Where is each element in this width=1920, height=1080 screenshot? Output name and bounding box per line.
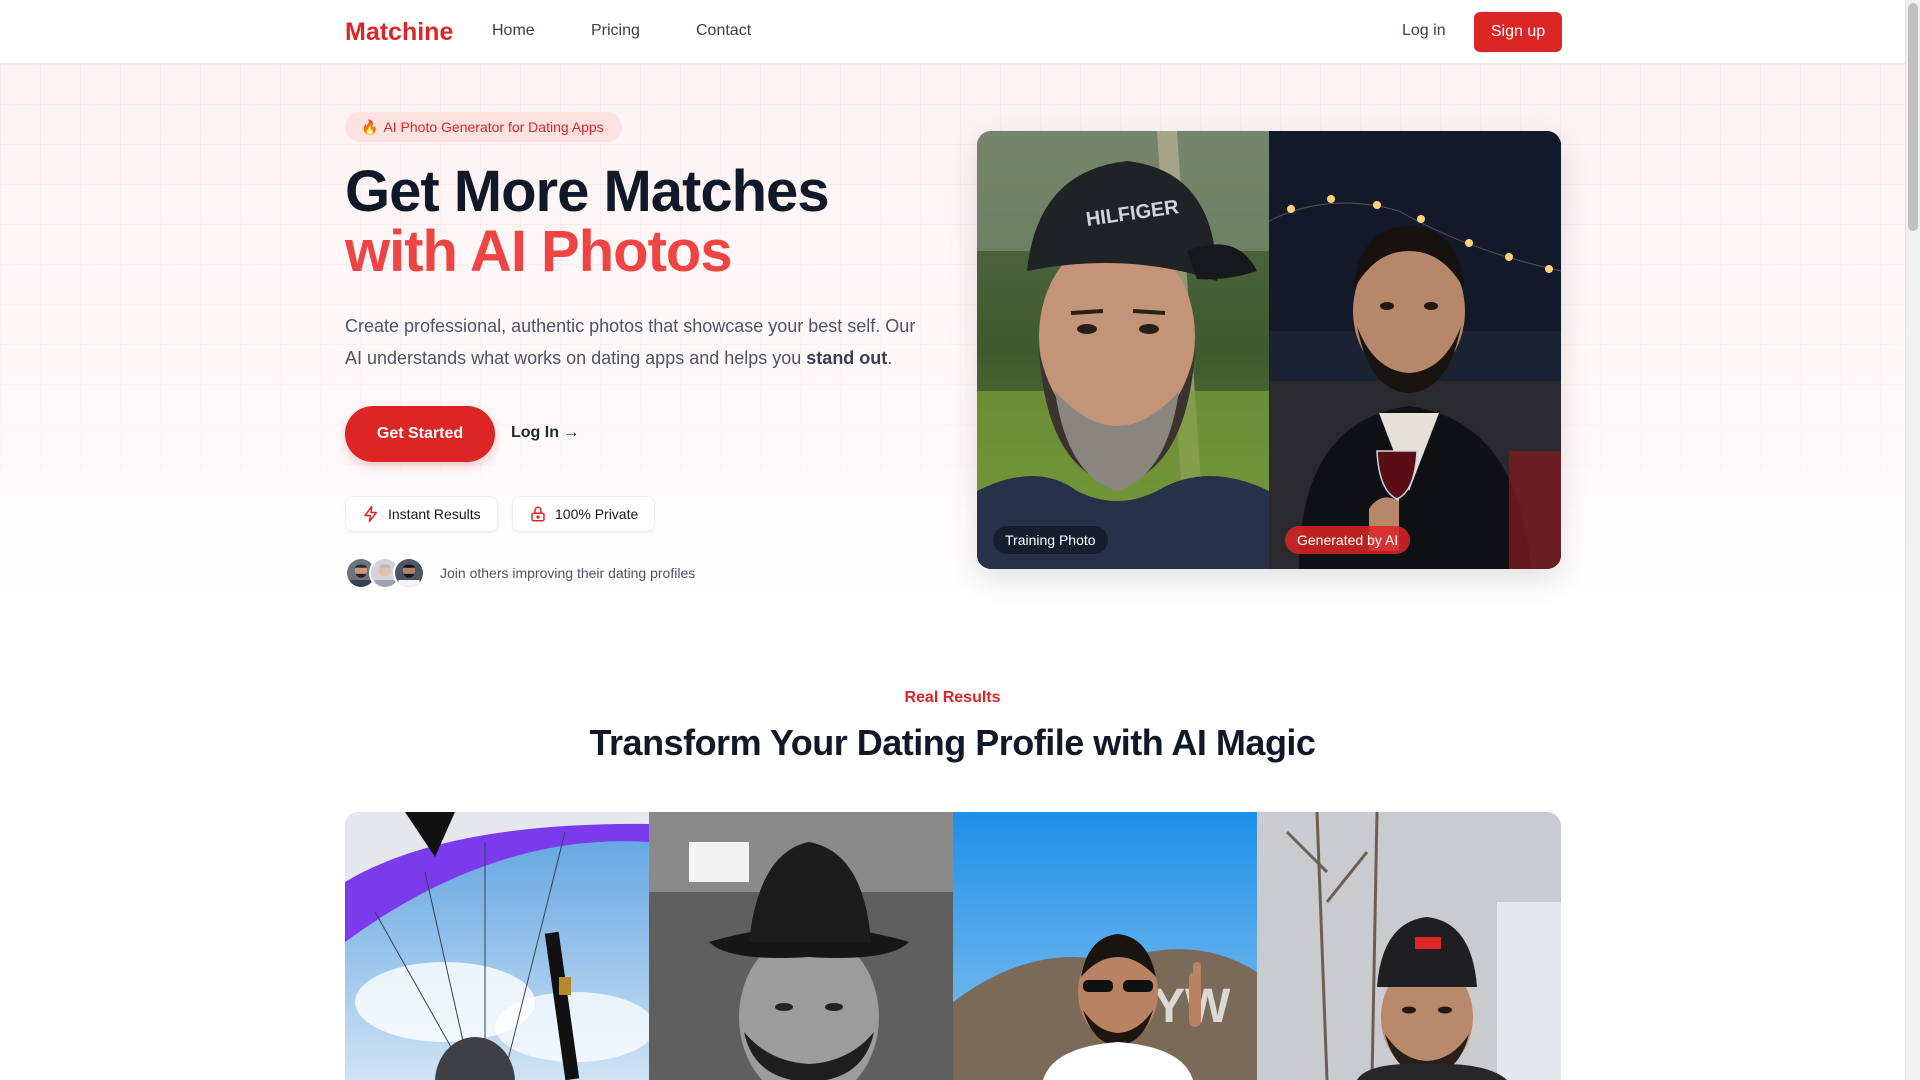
gallery-photo-paragliding (345, 812, 649, 1080)
gallery-photo-winter (1257, 812, 1561, 1080)
feature-instant-results: Instant Results (345, 496, 498, 532)
hero-badge: 🔥 AI Photo Generator for Dating Apps (345, 112, 622, 142)
hero-badge-text: AI Photo Generator for Dating Apps (383, 119, 604, 135)
generated-photo-label: Generated by AI (1285, 526, 1411, 554)
header-login-link[interactable]: Log in (1402, 22, 1446, 40)
page-scrollbar[interactable] (1905, 0, 1920, 1080)
feature-instant-label: Instant Results (388, 506, 481, 522)
logo[interactable]: Matchine (345, 18, 453, 47)
nav-contact-link[interactable]: Contact (696, 22, 751, 40)
gallery-photo-fedora (649, 812, 953, 1080)
feature-private: 100% Private (512, 496, 656, 532)
nav-home-link[interactable]: Home (492, 22, 535, 40)
feature-private-label: 100% Private (555, 506, 639, 522)
training-photo-label: Training Photo (993, 526, 1108, 554)
before-after-comparison: HILFIGER (977, 131, 1561, 569)
hero-subtext-bold: stand out (806, 348, 888, 368)
fire-icon: 🔥 (361, 118, 379, 135)
lock-icon (531, 506, 545, 522)
results-gallery: YW (345, 812, 1561, 1080)
avatar-stack (345, 557, 425, 589)
hero-login-link[interactable]: Log In → (511, 424, 579, 442)
hero-subtext: Create professional, authentic photos th… (345, 310, 925, 374)
lightning-icon (364, 505, 377, 523)
headline-line-2: with AI Photos (345, 219, 733, 284)
ai-generated-photo (1269, 131, 1561, 569)
hero-subtext-end: . (887, 348, 893, 368)
hero-headline: Get More Matches with AI Photos (345, 159, 830, 284)
get-started-button[interactable]: Get Started (345, 406, 495, 462)
training-photo: HILFIGER (977, 131, 1269, 569)
results-title: Transform Your Dating Profile with AI Ma… (589, 722, 1316, 763)
site-header: Matchine Home Pricing Contact Log in Sig… (0, 0, 1905, 64)
avatar (393, 557, 425, 589)
scrollbar-thumb[interactable] (1908, 3, 1918, 231)
hero-section (0, 64, 1905, 604)
headline-line-1: Get More Matches (345, 159, 830, 224)
results-eyebrow: Real Results (904, 689, 1001, 706)
gallery-photo-hollywood: YW (953, 812, 1257, 1080)
signup-button[interactable]: Sign up (1474, 12, 1562, 52)
nav-pricing-link[interactable]: Pricing (591, 22, 640, 40)
social-proof-text: Join others improving their dating profi… (440, 565, 696, 581)
